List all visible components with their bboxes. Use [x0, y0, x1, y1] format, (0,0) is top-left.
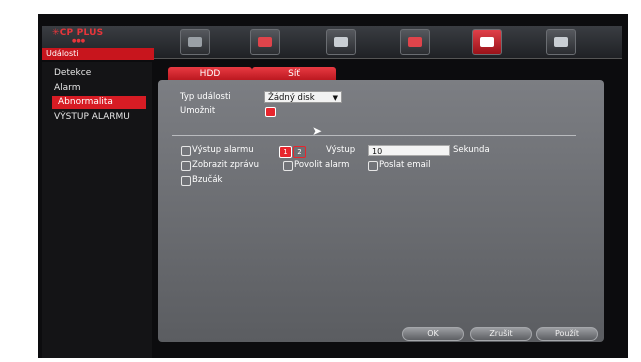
buzzer-label: Bzučák: [192, 175, 223, 185]
system-icon[interactable]: [546, 29, 576, 55]
cp-plus-logo: ✳CP PLUS: [52, 28, 104, 38]
output-duration-input[interactable]: 10: [368, 145, 450, 156]
event-type-select[interactable]: Žádný disk ▼: [264, 91, 342, 103]
enable-label: Umožnit: [180, 106, 216, 116]
divider: [172, 135, 576, 136]
send-email-checkbox[interactable]: [368, 161, 378, 171]
sidebar-item-alarm[interactable]: Alarm: [54, 82, 80, 95]
logo-tagline: ●●●: [72, 38, 86, 44]
show-message-checkbox[interactable]: [181, 161, 191, 171]
output-unit-label: Sekunda: [453, 145, 490, 155]
event-type-value: Žádný disk: [268, 93, 315, 103]
chevron-down-icon: ▼: [332, 94, 338, 102]
output-label: Výstup: [326, 145, 356, 155]
buzzer-checkbox[interactable]: [181, 176, 191, 186]
storage-icon[interactable]: [400, 29, 430, 55]
ok-button[interactable]: OK: [402, 327, 464, 341]
alarm-output-checkbox[interactable]: [181, 146, 191, 156]
show-message-label: Zobrazit zprávu: [192, 160, 259, 170]
settings-panel: [158, 80, 604, 342]
alarm-output-label: Výstup alarmu: [192, 145, 254, 155]
sidebar-item-abnormalita[interactable]: Abnormalita: [52, 96, 146, 109]
display-icon[interactable]: [250, 29, 280, 55]
alarm-output-1-button[interactable]: 1: [279, 146, 292, 158]
section-title: Události: [42, 48, 154, 60]
enable-toggle[interactable]: [265, 107, 276, 117]
cancel-button[interactable]: Zrušit: [470, 327, 532, 341]
event-type-label: Typ události: [180, 92, 231, 102]
enable-alarm-checkbox[interactable]: [283, 161, 293, 171]
alarm-output-2-button[interactable]: 2: [293, 146, 306, 158]
sidebar-item-vystup-alarmu[interactable]: VÝSTUP ALARMU: [54, 111, 152, 124]
sidebar-item-detekce[interactable]: Detekce: [54, 67, 91, 80]
record-icon[interactable]: [326, 29, 356, 55]
send-email-label: Poslat email: [379, 160, 431, 170]
apply-button[interactable]: Použít: [536, 327, 598, 341]
enable-alarm-label: Povolit alarm: [294, 160, 350, 170]
events-icon[interactable]: [472, 29, 502, 55]
camera-icon[interactable]: [180, 29, 210, 55]
